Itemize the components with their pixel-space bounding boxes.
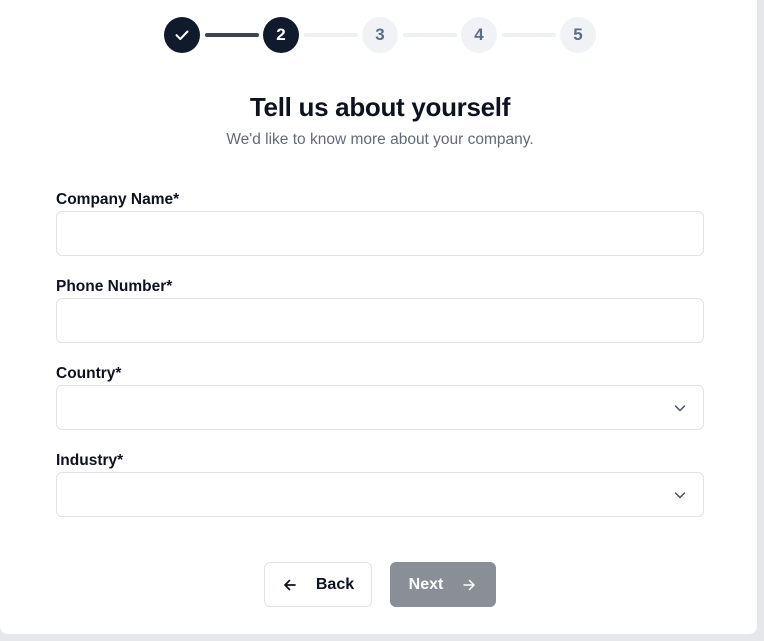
step-2-number: 2 [276,25,286,44]
step-4[interactable]: 4 [461,17,497,53]
country-select[interactable] [56,385,704,430]
step-connector-2 [304,33,358,37]
check-icon [175,30,189,40]
phone-number-field-wrapper [56,298,704,343]
step-connector-3 [403,33,457,37]
progress-stepper: 2 3 4 5 [164,17,596,53]
step-connector-4 [502,33,556,37]
next-button[interactable]: Next [390,562,496,607]
page-subtitle: We'd like to know more about your compan… [226,131,534,148]
step-3-number: 3 [375,25,385,44]
arrow-left-icon [282,577,298,593]
next-button-label: Next [408,575,444,593]
industry-select[interactable] [56,472,704,517]
back-button-label: Back [315,575,355,593]
back-button[interactable]: Back [264,562,372,607]
page-title: Tell us about yourself [249,92,511,122]
step-3[interactable]: 3 [362,17,398,53]
company-name-input[interactable] [57,212,703,255]
chevron-down-icon [674,405,686,412]
step-5-number: 5 [573,25,583,44]
industry-label: Industry* [56,452,124,469]
phone-number-label: Phone Number* [56,278,173,295]
onboarding-card: 2 3 4 5 Tell us about yourself We'd like… [0,0,757,634]
company-name-label: Company Name* [56,191,180,208]
country-label: Country* [56,365,122,382]
step-1-completed[interactable] [164,17,200,53]
phone-number-input[interactable] [57,299,703,342]
company-name-field-wrapper [56,211,704,256]
step-connector-1 [205,33,259,37]
arrow-right-icon [461,577,477,593]
step-4-number: 4 [474,25,484,44]
step-5[interactable]: 5 [560,17,596,53]
chevron-down-icon [674,492,686,499]
step-2-active[interactable]: 2 [263,17,299,53]
